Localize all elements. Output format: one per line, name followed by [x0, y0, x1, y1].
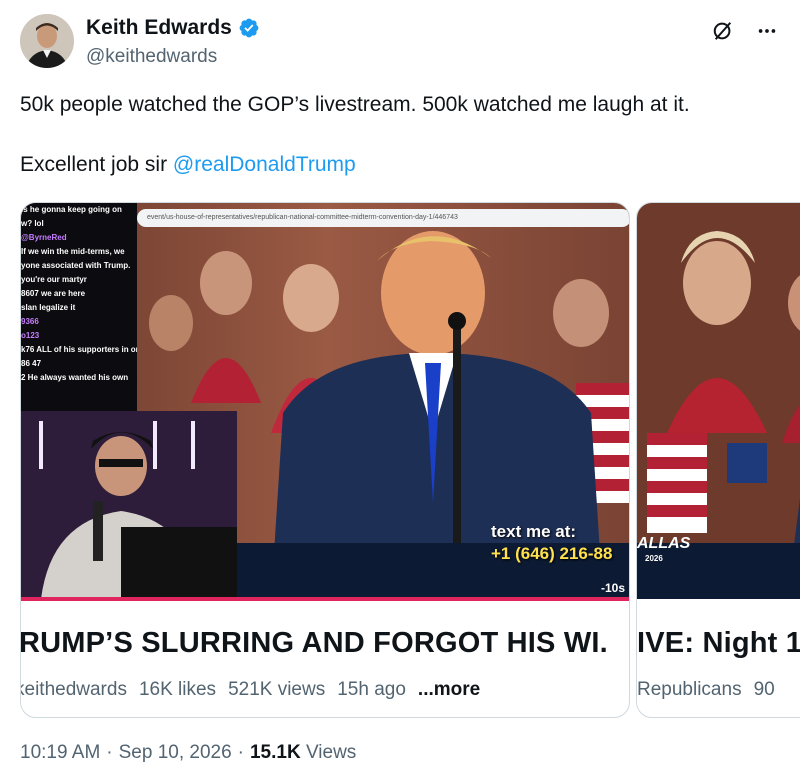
tweet-header: Keith Edwards @keithedwards: [20, 14, 780, 74]
overlay-line-1: text me at:: [491, 522, 577, 541]
mention-link[interactable]: @realDonaldTrump: [173, 153, 356, 176]
post-date[interactable]: Sep 10, 2026: [119, 742, 232, 764]
video-meta-2: Republicans 90: [637, 679, 775, 701]
logo-text: ALLAS: [637, 535, 691, 552]
author-names: Keith Edwards @keithedwards: [86, 16, 260, 68]
author-display-name[interactable]: Keith Edwards: [86, 16, 232, 40]
separator: ·: [237, 742, 244, 763]
views-count: 521K views: [228, 679, 326, 700]
overlay-line-2: +1 (646) 216-88: [491, 544, 613, 563]
separator: ·: [106, 742, 113, 763]
stream-chat: Is he gonna keep going on w? lol @ByrneR…: [21, 203, 137, 411]
video-title-1[interactable]: RUMP’S SLURRING AND FORGOT HIS WI.: [21, 627, 608, 660]
views-total: 15.1K: [249, 742, 301, 763]
avatar-image: [20, 14, 74, 68]
chat-line: you're our martyr: [21, 275, 87, 284]
chat-line: 9366: [21, 317, 39, 326]
chat-line: yone associated with Trump.: [21, 261, 131, 270]
video-title-2[interactable]: IVE: Night 1: [637, 627, 800, 660]
chat-line: 86 47: [21, 359, 42, 368]
grok-glyph: [713, 22, 732, 40]
author-handle[interactable]: @keithedwards: [86, 46, 260, 68]
top-actions: [710, 18, 780, 44]
tweet-line-1: 50k people watched the GOP’s livestream.…: [20, 93, 690, 116]
thumbnail-2-scene: ALLAS 2026: [637, 203, 800, 599]
tweet-footer: 10:19 AM · Sep 10, 2026 · 15.1K Views: [20, 742, 356, 764]
chat-line: o123: [21, 331, 40, 340]
chat-line: k76 ALL of his supporters in one: [21, 345, 137, 354]
upload-age: 15h ago: [337, 679, 406, 700]
skip-timer[interactable]: -10s: [601, 581, 625, 595]
video-card-1[interactable]: Is he gonna keep going on w? lol @ByrneR…: [20, 202, 630, 718]
more-link[interactable]: ...more: [418, 679, 480, 701]
channel-name[interactable]: Republicans: [637, 679, 742, 701]
post-time[interactable]: 10:19 AM: [20, 742, 100, 764]
grok-icon[interactable]: [710, 18, 736, 44]
chat-line: If we win the mid-terms, we: [21, 247, 125, 256]
overlay-caption: text me at: +1 (646) 216-88: [491, 521, 612, 565]
tweet-text: 50k people watched the GOP’s livestream.…: [20, 90, 790, 210]
verified-badge-icon: [239, 18, 259, 38]
video-meta-1: keithedwards 16K likes 521K views 15h ag…: [21, 679, 480, 701]
tweet-line-2: Excellent job sir @realDonaldTrump: [20, 150, 790, 180]
video-card-2[interactable]: ALLAS 2026 IVE: Night 1 Republicans 90: [636, 202, 800, 718]
likes-count: 16K likes: [138, 679, 217, 700]
ellipsis-glyph: [758, 29, 776, 33]
chat-line: 8607 we are here: [21, 289, 86, 298]
author-display-name-row[interactable]: Keith Edwards: [86, 16, 260, 40]
channel-name[interactable]: keithedwards: [21, 679, 127, 701]
avatar[interactable]: [20, 14, 74, 68]
chat-line: slan legalize it: [21, 303, 76, 312]
browser-url-bar: event/us-house-of-representatives/republ…: [137, 209, 629, 227]
more-options-icon[interactable]: [754, 18, 780, 44]
streamer-webcam: [21, 411, 237, 599]
chat-line: w? lol: [21, 219, 44, 228]
views-count: 90: [753, 679, 775, 700]
logo-year: 2026: [645, 554, 663, 563]
video-progress-bar[interactable]: [21, 597, 629, 601]
chat-line: Is he gonna keep going on: [21, 205, 122, 214]
chat-line: @ByrneRed: [21, 233, 67, 242]
tweet-line-2-prefix: Excellent job sir: [20, 153, 173, 176]
chat-line: 2 He always wanted his own: [21, 373, 129, 382]
views-label: Views: [305, 742, 357, 763]
video-thumbnail-2[interactable]: ALLAS 2026: [637, 203, 800, 599]
webcam-scene: [21, 411, 237, 599]
media-carousel[interactable]: Is he gonna keep going on w? lol @ByrneR…: [20, 202, 800, 720]
